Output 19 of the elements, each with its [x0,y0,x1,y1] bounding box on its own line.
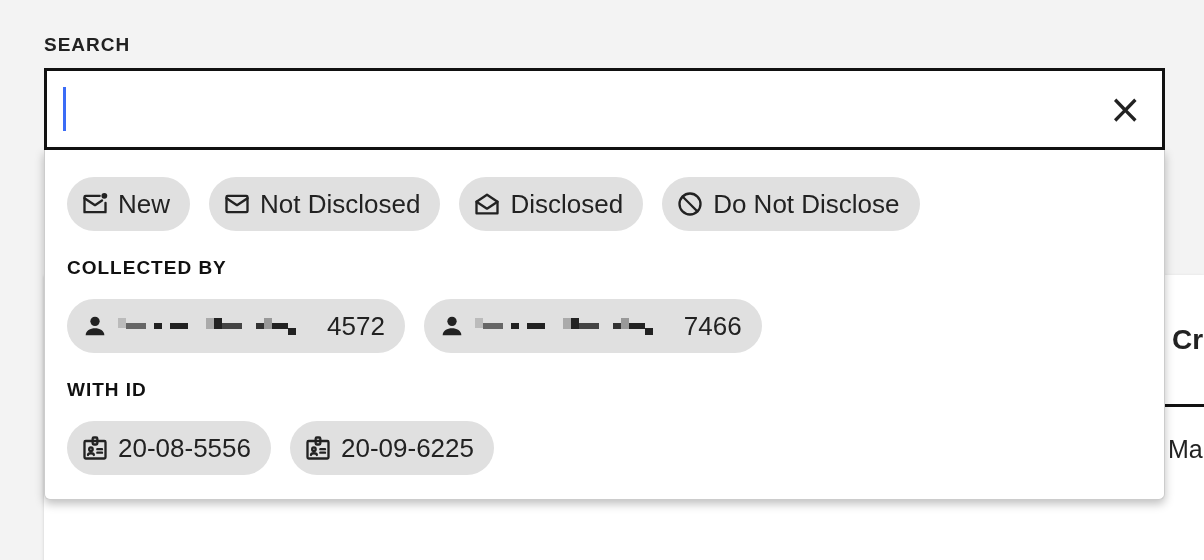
row-text: Ma [1167,434,1204,464]
id-badge-icon [81,434,109,462]
section-title: WITH ID [67,379,147,401]
clear-button[interactable]: × [1104,89,1146,129]
status-chip[interactable]: Do Not Disclose [662,177,920,231]
ban-icon [676,190,705,218]
status-chip[interactable]: Disclosed [459,177,644,231]
search-label: SEARCH [44,34,131,56]
id-badge-icon [304,434,332,462]
section-title: COLLECTED BY [67,257,227,279]
tab[interactable]: Cr [1165,275,1204,407]
person-chip[interactable]: 4572 [67,299,405,353]
person-chip[interactable]: 7466 [423,299,762,353]
id-chip[interactable]: 20-09-6225 [290,421,494,475]
text-cursor [63,87,66,131]
status-chip[interactable]: New [67,177,190,231]
status-chip[interactable]: Not Disclosed [209,177,441,231]
search-field[interactable]: × [44,68,1165,150]
id-chip[interactable]: 20-08-5556 [67,421,271,475]
